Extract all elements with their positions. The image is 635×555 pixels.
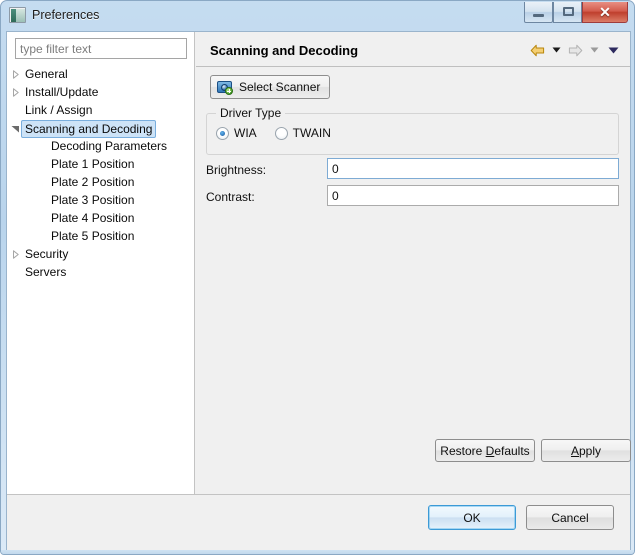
title-bar: Preferences ✕ [1,1,634,31]
preference-page-pane: Scanning and Decoding Select Scanner Dri… [196,32,631,494]
tree-item-label: Plate 5 Position [51,229,135,243]
tree-twisty-expanded-icon[interactable] [11,124,20,133]
preferences-window: Preferences ✕ General Install/Update Link … [0,0,635,555]
tree-item-install-update[interactable]: Install/Update [7,83,193,101]
tree-item-security[interactable]: Security [7,245,193,263]
tree-item-label: Servers [25,265,67,279]
tree-item-plate-3-position[interactable]: Plate 3 Position [7,191,193,209]
contrast-input[interactable] [327,185,619,206]
scanner-camera-add-icon [217,79,233,95]
apply-button[interactable]: Apply [541,439,631,462]
window-frame-bottom [1,550,634,554]
page-title: Scanning and Decoding [210,43,359,58]
forward-arrow-icon [567,42,583,58]
tree-item-label: Install/Update [25,85,99,99]
ok-label: OK [463,510,481,525]
maximize-restore-button[interactable] [553,2,582,23]
title-separator [196,66,630,67]
brightness-input[interactable] [327,158,619,179]
tree-item-plate-1-position[interactable]: Plate 1 Position [7,155,193,173]
minimize-button[interactable] [524,2,553,23]
tree-item-plate-2-position[interactable]: Plate 2 Position [7,173,193,191]
tree-item-label: Link / Assign [25,103,93,117]
radio-wia-label: WIA [234,126,257,140]
driver-type-group: Driver Type WIA TWAIN [206,106,619,155]
radio-twain[interactable]: TWAIN [274,126,331,140]
tree-item-link-assign[interactable]: Link / Assign [7,101,193,119]
restore-defaults-label: Restore Defaults [440,443,530,458]
minimize-icon [533,14,544,17]
filter-input[interactable] [15,38,187,59]
close-icon: ✕ [599,4,611,20]
tree-item-label: Plate 4 Position [51,211,135,225]
tree-item-servers[interactable]: Servers [7,263,193,281]
preferences-tree[interactable]: General Install/Update Link / Assign Scanni… [7,65,193,493]
radio-twain-label: TWAIN [292,126,331,140]
tree-item-label: Plate 3 Position [51,193,135,207]
tree-item-scanning-and-decoding[interactable]: Scanning and Decoding [7,119,193,138]
back-arrow-icon[interactable] [529,42,545,58]
tree-item-plate-5-position[interactable]: Plate 5 Position [7,227,193,245]
tree-twisty-collapsed-icon[interactable] [11,250,20,259]
dialog-client-area: General Install/Update Link / Assign Scanni… [6,31,631,550]
driver-type-legend: Driver Type [216,106,286,120]
tree-twisty-collapsed-icon[interactable] [11,88,20,97]
select-scanner-button[interactable]: Select Scanner [210,75,331,99]
tree-item-label: Plate 1 Position [51,157,135,171]
cancel-label: Cancel [551,510,589,525]
radio-dot-icon [274,126,288,140]
back-menu-chevron-down-icon[interactable] [548,42,564,58]
tree-item-label: Decoding Parameters [51,139,168,153]
restore-icon [563,7,574,16]
tree-item-label: General [25,67,68,81]
view-menu-chevron-down-icon[interactable] [605,42,621,58]
forward-menu-chevron-down-icon [586,42,602,58]
apply-label: Apply [570,443,602,458]
preferences-tree-pane: General Install/Update Link / Assign Scanni… [7,32,195,494]
tree-item-plate-4-position[interactable]: Plate 4 Position [7,209,193,227]
restore-defaults-button[interactable]: Restore Defaults [435,439,535,462]
driver-type-options: WIA TWAIN [216,126,331,140]
tree-item-label: Scanning and Decoding [21,120,157,138]
ok-button[interactable]: OK [428,505,516,530]
tree-item-general[interactable]: General [7,65,193,83]
close-button[interactable]: ✕ [582,2,628,23]
brightness-label: Brightness: [206,163,267,177]
cancel-button[interactable]: Cancel [526,505,614,530]
preferences-window-icon [9,7,26,23]
tree-item-label: Plate 2 Position [51,175,135,189]
tree-item-label: Security [25,247,69,261]
tree-item-decoding-parameters[interactable]: Decoding Parameters [7,137,193,155]
tree-twisty-collapsed-icon[interactable] [11,70,20,79]
contrast-label: Contrast: [206,190,255,204]
page-navigation-tools [529,41,621,59]
dialog-footer: OK Cancel [7,495,630,550]
radio-wia[interactable]: WIA [216,126,257,140]
radio-dot-icon [216,126,229,140]
select-scanner-label: Select Scanner [239,80,321,94]
window-title: Preferences [32,8,100,22]
